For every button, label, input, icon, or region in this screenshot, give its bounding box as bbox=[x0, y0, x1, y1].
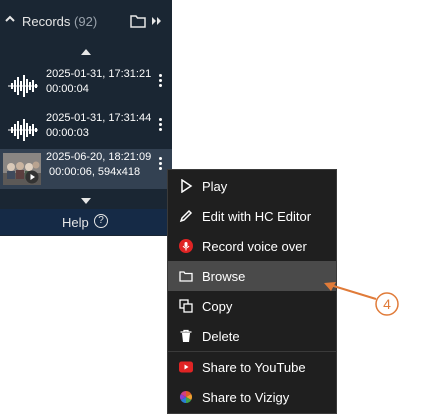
expand-arrows-icon[interactable] bbox=[152, 16, 162, 26]
more-options-icon[interactable] bbox=[159, 118, 163, 134]
record-duration-size: 00:00:06, 594x418 bbox=[49, 166, 141, 178]
menu-item-record-voice[interactable]: Record voice over bbox=[168, 231, 336, 261]
record-date: 2025-01-31, 17:31:21 bbox=[46, 68, 152, 80]
play-icon bbox=[25, 170, 39, 184]
record-item[interactable]: 2025-01-31, 17:31:21 00:00:04 bbox=[0, 66, 172, 106]
records-header[interactable]: Records (92) bbox=[0, 8, 172, 38]
help-button[interactable]: Help ? bbox=[0, 209, 172, 235]
context-menu: Play Edit with HC Editor Record voice ov… bbox=[167, 169, 337, 414]
record-item[interactable]: 2025-01-31, 17:31:44 00:00:03 bbox=[0, 110, 172, 150]
record-duration: 00:00:04 bbox=[46, 83, 89, 95]
record-date: 2025-06-20, 18:21:09 bbox=[46, 151, 152, 163]
menu-item-play[interactable]: Play bbox=[168, 171, 336, 201]
scroll-up-icon[interactable] bbox=[80, 48, 92, 56]
play-icon bbox=[181, 179, 193, 193]
menu-item-share-youtube[interactable]: Share to YouTube bbox=[168, 352, 336, 382]
collapse-chevron-icon[interactable] bbox=[4, 13, 16, 25]
menu-item-browse[interactable]: Browse bbox=[168, 261, 336, 291]
folder-icon[interactable] bbox=[130, 14, 146, 28]
records-panel: Records (92) 2025-01-31, 17:31:21 00:00:… bbox=[0, 0, 172, 236]
audio-waveform-icon bbox=[8, 75, 38, 97]
trash-icon bbox=[180, 329, 192, 342]
more-options-icon[interactable] bbox=[159, 74, 163, 90]
menu-item-edit[interactable]: Edit with HC Editor bbox=[168, 201, 336, 231]
folder-icon bbox=[179, 271, 193, 282]
callout-number: 4 bbox=[383, 296, 391, 312]
record-item-selected[interactable]: 2025-06-20, 18:21:09 00:00:06, 594x418 bbox=[0, 149, 172, 189]
pencil-icon bbox=[179, 209, 193, 223]
microphone-icon bbox=[179, 239, 193, 253]
menu-item-share-vizigy[interactable]: Share to Vizigy bbox=[168, 382, 336, 412]
video-thumbnail bbox=[3, 153, 41, 185]
copy-icon bbox=[179, 299, 193, 313]
records-title: Records (92) bbox=[22, 14, 98, 29]
menu-item-copy[interactable]: Copy bbox=[168, 291, 336, 321]
records-count: (92) bbox=[74, 14, 98, 29]
more-options-icon[interactable] bbox=[159, 157, 163, 173]
audio-waveform-icon bbox=[8, 119, 38, 141]
scroll-down-icon[interactable] bbox=[80, 197, 92, 205]
record-date: 2025-01-31, 17:31:44 bbox=[46, 112, 152, 124]
menu-item-delete[interactable]: Delete bbox=[168, 321, 336, 351]
vizigy-icon bbox=[179, 391, 193, 403]
help-label: Help bbox=[62, 215, 89, 230]
record-duration: 00:00:03 bbox=[46, 127, 89, 139]
youtube-icon bbox=[179, 361, 193, 373]
help-icon: ? bbox=[94, 214, 108, 228]
